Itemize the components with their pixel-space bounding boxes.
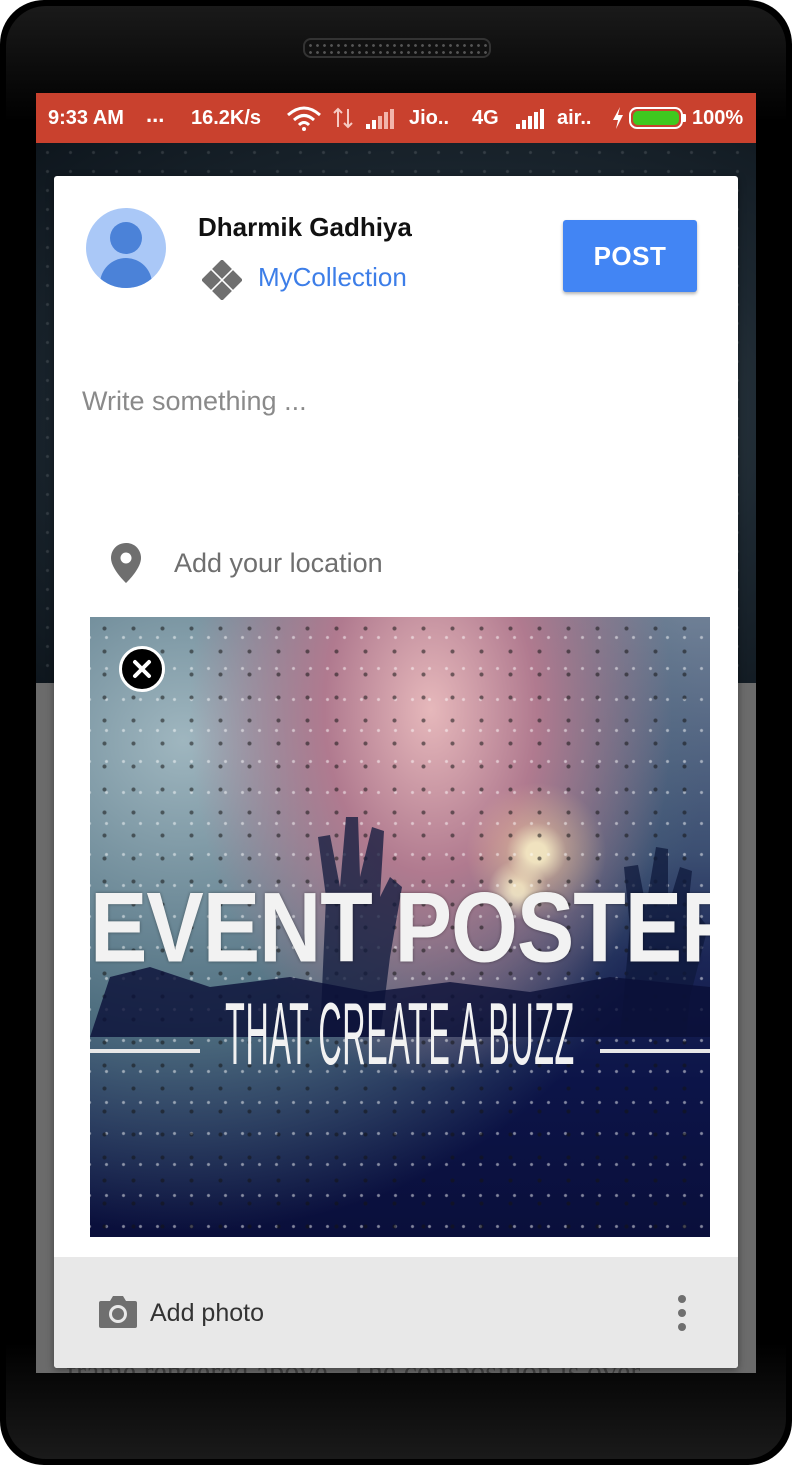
post-text-input[interactable]: Write something ... [82,386,307,417]
bottom-action-bar: Add photo [54,1257,738,1368]
wifi-icon [287,106,321,131]
collection-icon[interactable] [202,260,242,300]
post-button[interactable]: POST [563,220,697,292]
status-carrier-2: air.. [557,107,592,129]
charging-icon [613,107,623,129]
add-location-button[interactable]: Add your location [174,548,383,579]
signal-weak-icon [366,109,394,129]
avatar-head-shape [110,222,142,254]
attached-image: EVENT POSTERS THAT CREATE A BUZZ [90,617,710,1237]
status-notification-dots: ... [146,102,165,127]
status-time: 9:33 AM [48,107,124,129]
status-carrier-1: Jio.. [409,107,450,129]
poster-headline: EVENT POSTERS [90,872,710,984]
poster-tagline: THAT CREATE A BUZZ [225,985,575,1085]
avatar-body-shape [100,258,152,288]
status-network-type: 4G [472,107,499,129]
close-icon [133,660,151,678]
camera-icon[interactable] [98,1293,138,1329]
status-battery-percent: 100% [692,107,744,129]
create-post-dialog: Dharmik Gadhiya MyCollection POST Write … [54,176,738,1368]
status-bar: 9:33 AM ... 16.2K/s Jio.. 4G air.. 100% [36,93,756,143]
status-speed: 16.2K/s [191,107,262,129]
remove-image-button[interactable] [119,646,165,692]
poster-rule-right [600,1049,710,1053]
user-name: Dharmik Gadhiya [198,212,412,242]
collection-selector[interactable]: MyCollection [258,262,407,293]
add-photo-button[interactable]: Add photo [150,1299,264,1328]
battery-icon [629,107,686,129]
phone-frame: 9:33 AM ... 16.2K/s Jio.. 4G air.. 100% … [0,0,792,1465]
location-pin-icon[interactable] [110,542,142,584]
more-options-icon[interactable] [668,1293,696,1333]
signal-strong-icon [516,109,544,129]
data-transfer-icon [333,107,353,129]
avatar[interactable] [86,208,166,288]
speaker-grille [303,38,491,58]
screen: 9:33 AM ... 16.2K/s Jio.. 4G air.. 100% … [36,93,756,1373]
poster-rule-left [90,1049,200,1053]
